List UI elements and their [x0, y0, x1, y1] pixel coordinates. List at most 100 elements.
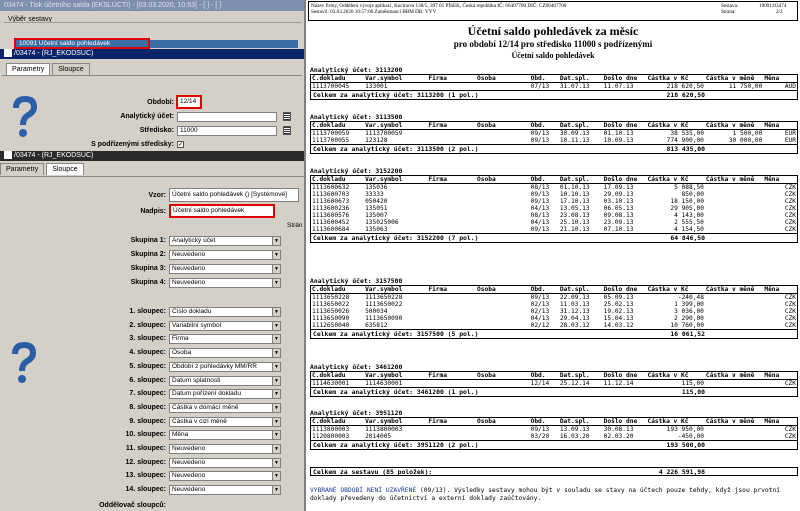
chevron-down-icon[interactable]: ▼ [272, 376, 280, 385]
group-4-select[interactable]: Neuvedeno ▼ [169, 278, 281, 288]
chevron-down-icon[interactable]: ▼ [272, 458, 280, 467]
table-cell: 1114630001 [365, 380, 403, 387]
chevron-down-icon[interactable]: ▼ [272, 417, 280, 426]
group-3-select[interactable]: Neuvedeno ▼ [169, 264, 281, 274]
column-4-select[interactable]: Osoba ▼ [169, 348, 281, 359]
table-cell: CZK [784, 205, 796, 212]
table-row: 1120800003 2014005 03/20 16.03.20 02.03.20 -4… [311, 433, 798, 441]
chevron-down-icon[interactable]: ▼ [272, 362, 280, 371]
window1-titlebar: 03474 - Tisk účetního salda (EKSLUCTI) -… [0, 0, 305, 11]
column-6-value: Datum splatnosti [172, 376, 221, 384]
table-cell: 4 154,50 [674, 226, 704, 233]
chevron-down-icon[interactable]: ▼ [272, 486, 280, 495]
chevron-down-icon[interactable]: ▼ [272, 321, 280, 330]
chevron-down-icon[interactable]: ▼ [272, 237, 280, 245]
tab-parametry[interactable]: Parametry [0, 163, 45, 175]
analyticky-list-icon[interactable] [283, 112, 291, 121]
table-cell [427, 219, 476, 226]
group-2-label: Skupina 2: [130, 251, 166, 258]
column-14-select[interactable]: Neuvedeno ▼ [169, 485, 281, 496]
chevron-down-icon[interactable]: ▼ [272, 308, 280, 316]
table-cell: CZK [784, 301, 796, 308]
obdobi-input[interactable]: 12/14 [176, 95, 202, 109]
table-cell: 135036 [365, 184, 388, 191]
column-3-value: Firma [172, 335, 189, 343]
column-1-select[interactable]: Číslo dokladu ▼ [169, 307, 281, 317]
table-cell: 29.04.13 [559, 315, 590, 322]
chevron-down-icon[interactable]: ▼ [272, 445, 280, 453]
column-12-select[interactable]: Neuvedeno ▼ [169, 457, 281, 468]
chevron-down-icon[interactable]: ▼ [272, 279, 280, 287]
chevron-down-icon[interactable]: ▼ [272, 349, 280, 358]
column-7-select[interactable]: Datum pořízení dokladu ▼ [169, 389, 281, 400]
strana-label: Strán [287, 222, 303, 229]
podrizene-label: S podřízenými středisky: [91, 141, 174, 148]
table-cell: CZK [784, 433, 796, 440]
podrizene-checkbox[interactable]: ✓ [177, 141, 184, 148]
account-total-label: Celkem za analytický účet: 3113500 (2 po… [313, 145, 479, 153]
column-2-select[interactable]: Variabilní symbol ▼ [169, 320, 281, 331]
chevron-down-icon[interactable]: ▼ [272, 403, 280, 412]
tab-divider [2, 75, 302, 76]
table-cell: 22.09.13 [559, 294, 590, 301]
tab-sloupce[interactable]: Sloupce [46, 163, 84, 175]
table-cell [427, 426, 476, 434]
table-cell: 29 905,00 [670, 205, 704, 212]
group-1-value: Analytický účet [172, 237, 216, 244]
table-cell: 23.08.13 [559, 212, 590, 219]
column-11-select[interactable]: Neuvedeno ▼ [169, 444, 281, 454]
column-4-label: 4. sloupec: [129, 349, 166, 357]
group-2-select[interactable]: Neuvedeno ▼ [169, 250, 281, 260]
account-section: Analytický účet: 3461200 Č.dokladu Var.sy… [310, 363, 798, 397]
vzor-label: Vzor: [148, 192, 167, 199]
selected-report-item[interactable]: 10091 Účetní saldo pohledávek [14, 38, 150, 49]
col-header: Č.dokladu [310, 417, 365, 426]
chevron-down-icon[interactable]: ▼ [272, 431, 280, 440]
chevron-down-icon[interactable]: ▼ [272, 335, 280, 344]
analyticky-ucet-input[interactable] [177, 112, 277, 122]
group-1-select[interactable]: Analytický účet ▼ [169, 236, 281, 246]
column-13-select[interactable]: Neuvedeno ▼ [169, 471, 281, 482]
col-header: Měna [763, 417, 798, 426]
col-header: Měna [763, 74, 798, 83]
col-header: Č.dokladu [310, 285, 365, 294]
col-header: Dat.spl. [558, 121, 603, 130]
column-9-select[interactable]: Částka v cizí měně ▼ [169, 416, 281, 427]
nadpis-label: Nadpis: [140, 208, 166, 215]
table-cell: 10.09.13 [603, 137, 634, 144]
table-cell: 1120800003 [312, 433, 350, 440]
nadpis-input[interactable]: Účetní saldo pohledávek [169, 204, 275, 218]
table-cell [705, 433, 763, 441]
table-row: 1113600236 135051 04/13 13.05.13 06.05.13 29 … [311, 205, 798, 212]
stredisko-list-icon[interactable] [283, 126, 291, 135]
column-6-select[interactable]: Datum splatnosti ▼ [169, 375, 281, 386]
col-header: Firma [427, 175, 477, 184]
chevron-down-icon[interactable]: ▼ [272, 472, 280, 481]
table-cell: 29.09.13 [603, 191, 634, 198]
col-header: Var.symbol [364, 371, 428, 380]
table-cell: 01.10.13 [559, 184, 590, 191]
tab-sloupce[interactable]: Sloupce [52, 63, 90, 75]
column-5-select[interactable]: Období z pohledávky MM/RR ▼ [169, 361, 281, 372]
table-cell: 14.03.12 [603, 322, 634, 329]
table-cell: CZK [784, 226, 796, 233]
table-cell: 09/13 [530, 191, 550, 198]
table-cell: -240,48 [677, 294, 704, 301]
table-cell: 1112650040 [312, 322, 350, 329]
column-3-select[interactable]: Firma ▼ [169, 334, 281, 345]
account-title: Analytický účet: 3951120 [310, 409, 403, 417]
stredisko-input[interactable]: 11000 [177, 126, 277, 136]
account-table: Č.dokladu Var.symbol Firma Osoba Obd. Dat.spl… [310, 121, 798, 145]
column-8-select[interactable]: Částka v domácí měně ▼ [169, 402, 281, 413]
chevron-down-icon[interactable]: ▼ [272, 265, 280, 273]
chevron-down-icon[interactable]: ▼ [272, 390, 280, 399]
tab-parametry[interactable]: Parametry [6, 63, 51, 75]
account-total-value: 218 620,50 [666, 91, 705, 99]
table-cell: 12/14 [530, 380, 550, 387]
table-cell: 1113650022 [312, 301, 350, 308]
account-total: Celkem za analytický účet: 3461200 (1 po… [310, 388, 798, 397]
column-10-select[interactable]: Měna ▼ [169, 430, 281, 441]
vzor-input[interactable]: Účetní saldo pohledávek () [Systémové] [169, 188, 299, 202]
col-header: Došlo dne [602, 371, 647, 380]
chevron-down-icon[interactable]: ▼ [272, 251, 280, 259]
